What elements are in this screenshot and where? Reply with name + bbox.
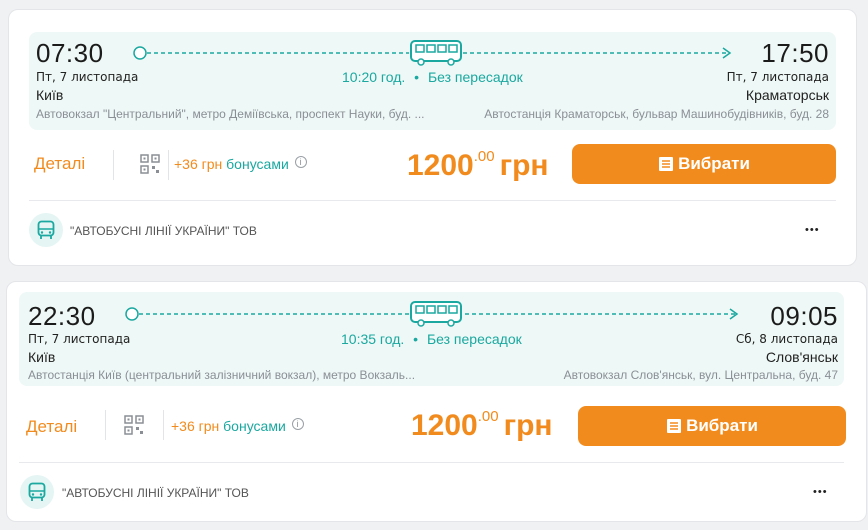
arrive-station: Автостанція Краматорськ, бульвар Машиноб… [484, 107, 829, 121]
arrive-date: Сб, 8 листопада [735, 332, 838, 346]
transfers-text: Без пересадок [426, 331, 522, 347]
bonus-amount: +36 грн [174, 156, 223, 172]
carrier-name: "АВТОБУСНІ ЛІНІЇ УКРАЇНИ" ТОВ [62, 486, 249, 500]
bus-icon [410, 301, 462, 327]
depart-date: Пт, 7 листопада [28, 332, 131, 346]
depart-station: Автостанція Київ (центральний залізнични… [28, 368, 416, 382]
price: 1200.00 грн [407, 148, 549, 183]
document-icon [659, 157, 674, 171]
document-icon [667, 419, 682, 433]
arrive-station: Автовокзал Слов'янськ, вул. Центральна, … [563, 368, 838, 382]
depart-station: Автовокзал "Центральний", метро Деміївсь… [36, 107, 425, 121]
carrier-logo [29, 213, 63, 247]
info-icon[interactable]: i [291, 418, 304, 430]
bonus-word: бонусами [226, 156, 289, 172]
qr-code-icon [124, 415, 144, 435]
carrier-logo [20, 475, 54, 509]
carrier-name: "АВТОБУСНІ ЛІНІЇ УКРАЇНИ" ТОВ [70, 224, 257, 238]
depart-date: Пт, 7 листопада [36, 70, 139, 84]
divider [29, 200, 836, 201]
details-link[interactable]: Деталі [34, 154, 85, 174]
transfers-text: Без пересадок [427, 69, 523, 85]
separator-dot: • [413, 331, 419, 347]
bonus-info: +36 грн бонусами i [171, 418, 304, 434]
price-cents: .00 [473, 148, 495, 165]
arrive-city: Слов'янськ [765, 349, 838, 365]
select-label: Вибрати [678, 154, 750, 173]
depart-time: 22:30 [28, 301, 96, 331]
arrive-time: 09:05 [770, 301, 838, 331]
qr-code-icon [140, 154, 160, 174]
arrive-city: Краматорськ [745, 87, 829, 103]
carrier-bus-icon [28, 482, 46, 501]
arrive-time: 17:50 [761, 38, 829, 68]
carrier-bus-icon [37, 220, 55, 239]
duration-text: 10:35 год. [341, 331, 405, 347]
price-currency: грн [503, 409, 553, 442]
divider [105, 410, 106, 440]
price-cents: .00 [477, 408, 499, 425]
duration-text: 10:20 год. [342, 69, 406, 85]
info-icon[interactable]: i [294, 156, 307, 168]
trip-card: 22:30 Пт, 7 листопада Київ Автостанція К… [6, 281, 867, 522]
more-icon[interactable]: ••• [813, 487, 828, 498]
trip-card: 07:30 Пт, 7 листопада Київ Автовокзал "Ц… [8, 9, 857, 266]
bonus-amount: +36 грн [171, 418, 220, 434]
price-main: 1200 [411, 409, 478, 442]
select-button[interactable]: Вибрати [578, 406, 846, 446]
bonus-word: бонусами [223, 418, 286, 434]
trip-duration: 10:35 год. • Без пересадок [341, 331, 522, 347]
divider [113, 150, 114, 180]
divider [19, 462, 844, 463]
price-main: 1200 [407, 149, 474, 182]
select-label: Вибрати [686, 416, 758, 435]
separator-dot: • [414, 69, 420, 85]
price: 1200.00 грн [411, 408, 553, 443]
details-link[interactable]: Деталі [26, 417, 77, 437]
depart-city: Київ [36, 87, 64, 103]
more-icon[interactable]: ••• [805, 225, 820, 236]
trip-duration: 10:20 год. • Без пересадок [342, 69, 523, 85]
arrive-date: Пт, 7 листопада [726, 70, 829, 84]
select-button[interactable]: Вибрати [572, 144, 836, 184]
bonus-info: +36 грн бонусами i [174, 156, 307, 172]
price-currency: грн [499, 149, 549, 182]
divider [168, 150, 169, 180]
divider [163, 410, 164, 440]
depart-time: 07:30 [36, 38, 104, 68]
depart-city: Київ [28, 349, 56, 365]
bus-icon [410, 40, 462, 66]
